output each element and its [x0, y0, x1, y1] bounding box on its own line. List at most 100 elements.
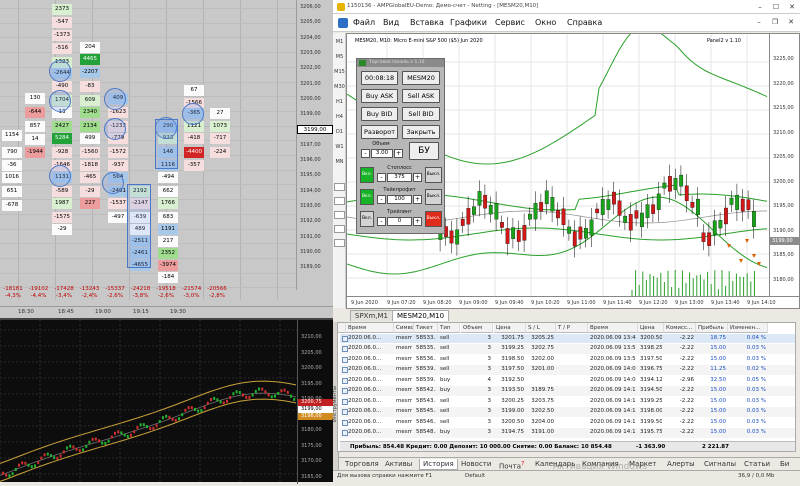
sell-ask-button[interactable]: Sell ASK: [402, 89, 440, 103]
column-header[interactable]: Время: [346, 323, 394, 333]
stoploss-input[interactable]: 375: [387, 173, 412, 182]
sell-bid-button[interactable]: Sell BID: [402, 107, 440, 121]
column-header[interactable]: Цена: [494, 323, 526, 333]
volume-minus-button[interactable]: -: [361, 149, 370, 158]
drawing-tool-icon[interactable]: [334, 197, 345, 205]
stoploss-on-button[interactable]: Вкл.: [360, 167, 374, 183]
tab-toolbox-9[interactable]: Сигналы: [704, 459, 736, 470]
table-row[interactable]: 2020.06.0... mesm20 58539... buy 4 3192.50 202…: [340, 376, 795, 386]
takeprofit-input[interactable]: 100: [387, 195, 412, 204]
footprint-cell: -497: [108, 212, 128, 223]
tab-toolbox-2[interactable]: История: [419, 459, 458, 470]
table-row[interactable]: 2020.06.0... mesm20 58533... sell 3 3201.75 32…: [340, 333, 795, 343]
main-candle: [550, 197, 555, 212]
column-header[interactable]: T / P: [556, 323, 588, 333]
tab-toolbox-3[interactable]: Новости: [461, 459, 491, 470]
child-minimize-icon[interactable]: –: [753, 16, 765, 29]
timeframe-m5[interactable]: M5: [334, 54, 345, 60]
menu-charts[interactable]: Графики: [450, 18, 487, 27]
column-header[interactable]: Символ: [394, 323, 414, 333]
drawing-tool-icon[interactable]: [334, 239, 345, 247]
symbol-button[interactable]: MESM20: [402, 71, 440, 85]
tab-chart-mesm20[interactable]: MESM20,M10: [392, 310, 450, 321]
column-header[interactable]: Изменен...: [728, 323, 768, 333]
chart-window-icon[interactable]: [338, 18, 348, 28]
table-row[interactable]: 2020.06.0... mesm20 58548... buy 3 3194.75 319…: [340, 428, 795, 438]
takeprofit-plus-button[interactable]: +: [413, 195, 422, 204]
trade-panel-header[interactable]: Торговая панель v 1.10: [357, 59, 444, 67]
column-header[interactable]: Прибыль: [696, 323, 728, 333]
column-header[interactable]: Время: [588, 323, 638, 333]
child-close-icon[interactable]: ✕: [785, 16, 797, 29]
tab-toolbox-11[interactable]: Би: [780, 459, 789, 470]
menu-window[interactable]: Окно: [535, 18, 556, 27]
dark-price-chart[interactable]: 3210,003205,003200,003195,003190,003185,…: [0, 318, 334, 484]
volume-input[interactable]: 3.00: [371, 149, 393, 158]
tab-toolbox-0[interactable]: Торговля: [345, 459, 379, 470]
stoploss-off-button[interactable]: Выкл.: [425, 167, 442, 183]
column-header[interactable]: S / L: [526, 323, 556, 333]
footprint-chart[interactable]: 2373 -547 -1373 204 -516 4465 1323 -2207 -2644 13…: [0, 0, 333, 318]
dark-candle: [37, 461, 40, 464]
trailing-plus-button[interactable]: +: [413, 217, 422, 226]
close-icon[interactable]: ✕: [785, 1, 799, 13]
takeprofit-off-button[interactable]: Выкл.: [425, 189, 442, 205]
volume-plus-button[interactable]: +: [394, 149, 403, 158]
table-row[interactable]: 2020.06.0... mesm20 58535... sell 3 3199.25 32…: [340, 344, 795, 354]
timeframe-w1[interactable]: W1: [334, 144, 345, 150]
timeframe-m30[interactable]: M30: [334, 84, 345, 90]
drawing-tool-icon[interactable]: [334, 225, 345, 233]
drawing-tool-icon[interactable]: [334, 211, 345, 219]
time-button[interactable]: 00:08:18: [361, 71, 398, 85]
tab-toolbox-1[interactable]: Активы: [385, 459, 412, 470]
breakeven-button[interactable]: БУ: [409, 142, 439, 160]
timeframe-h1[interactable]: H1: [334, 99, 345, 105]
buy-ask-button[interactable]: Buy ASK: [361, 89, 398, 103]
history-table[interactable]: ВремяСимволТикетТипОбъемЦенаS / LT / PВр…: [337, 322, 796, 452]
main-current-price: 3199,00: [770, 237, 799, 245]
child-restore-icon[interactable]: ❐: [769, 16, 781, 29]
column-header[interactable]: Тикет: [414, 323, 438, 333]
timeframe-m1[interactable]: M1: [334, 39, 345, 45]
tab-toolbox-10[interactable]: Статьи: [744, 459, 770, 470]
table-row[interactable]: 2020.06.0... mesm20 58546... sell 3 3200.50 32…: [340, 418, 795, 428]
minimize-icon[interactable]: –: [753, 1, 767, 13]
title-bar[interactable]: 1150136 - AMPGlobalEU-Demo: Демо-счет - …: [333, 0, 800, 14]
table-row[interactable]: 2020.06.0... mesm20 58542... buy 3 3193.50 318…: [340, 386, 795, 396]
menu-insert[interactable]: Вставка: [410, 18, 444, 27]
table-row[interactable]: 2020.06.0... mesm20 58536... sell 3 3198.50 32…: [340, 355, 795, 365]
maximize-icon[interactable]: ☐: [769, 1, 783, 13]
timeframe-h4[interactable]: H4: [334, 114, 345, 120]
tab-chart-spxm[interactable]: SPXm,M1: [350, 310, 393, 321]
column-header[interactable]: Тип: [438, 323, 460, 333]
tab-toolbox-8[interactable]: Алерты: [667, 459, 695, 470]
footprint-cell: -1572: [108, 147, 128, 158]
table-row[interactable]: 2020.06.0... mesm20 58545... sell 3 3199.00 32…: [340, 407, 795, 417]
reverse-button[interactable]: Разворот: [361, 125, 398, 139]
trailing-off-button[interactable]: Выкл.: [425, 211, 442, 227]
drawing-tool-icon[interactable]: [334, 183, 345, 191]
timeframe-m15[interactable]: M15: [334, 69, 345, 75]
timeframe-d1[interactable]: D1: [334, 129, 345, 135]
stoploss-plus-button[interactable]: +: [413, 173, 422, 182]
menu-file[interactable]: Файл: [353, 18, 375, 27]
column-header[interactable]: Объем: [461, 323, 493, 333]
tab-toolbox-4[interactable]: Почта7: [499, 459, 524, 470]
table-cell: [558, 428, 586, 438]
table-row[interactable]: 2020.06.0... mesm20 58539... sell 3 3197.50 32…: [340, 365, 795, 375]
menu-tools[interactable]: Сервис: [495, 18, 525, 27]
takeprofit-minus-button[interactable]: -: [377, 195, 386, 204]
buy-bid-button[interactable]: Buy BID: [361, 107, 398, 121]
trailing-on-button[interactable]: Вкл.: [360, 211, 374, 227]
timeframe-mn[interactable]: MN: [334, 159, 345, 165]
table-row[interactable]: 2020.06.0... mesm20 58543... sell 3 3200.25 32…: [340, 397, 795, 407]
column-header[interactable]: Цена: [638, 323, 664, 333]
takeprofit-on-button[interactable]: Вкл.: [360, 189, 374, 205]
stoploss-minus-button[interactable]: -: [377, 173, 386, 182]
menu-help[interactable]: Справка: [567, 18, 602, 27]
trailing-minus-button[interactable]: -: [377, 217, 386, 226]
close-position-button[interactable]: Закрыть: [402, 125, 440, 139]
menu-view[interactable]: Вид: [383, 18, 399, 27]
column-header[interactable]: Комисс...: [664, 323, 696, 333]
trailing-input[interactable]: 0: [387, 217, 412, 226]
